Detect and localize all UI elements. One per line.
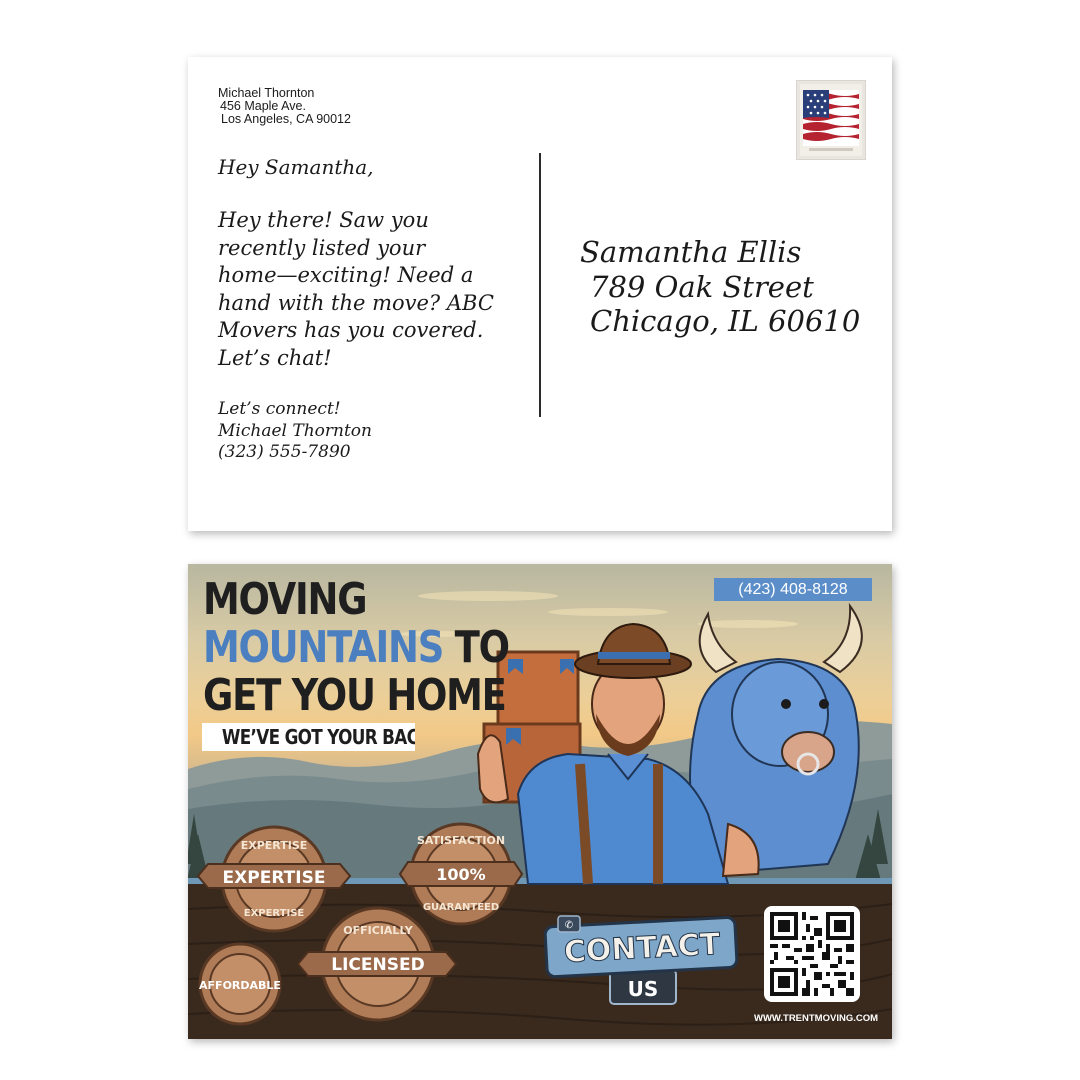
contact-label-us: US [628, 977, 659, 1001]
message-line: Let’s chat! [218, 345, 332, 370]
signature-block: Let’s connect! Michael Thornton (323) 55… [218, 399, 372, 464]
message-line: home—exciting! Need a [218, 263, 474, 287]
message-body: Hey there! Saw you recently listed your … [218, 207, 518, 372]
website-url[interactable]: WWW.TRENTMOVING.COM [754, 1013, 878, 1024]
headline-line-2: MOUNTAINS TO [203, 622, 510, 673]
message-line: hand with the move? ABC [218, 290, 494, 315]
badge-satisfaction-bottom: GUARANTEED [423, 902, 499, 913]
headline: MOVING MOUNTAINS TO GET YOU HOME [203, 574, 510, 721]
return-address: Michael Thornton 456 Maple Ave. Los Ange… [218, 87, 351, 126]
badge-expertise-top: EXPERTISE [241, 839, 308, 852]
phone-icon: ✆ [565, 920, 573, 931]
sender-phone: (323) 555-7890 [218, 442, 351, 462]
postcard-back: Michael Thornton 456 Maple Ave. Los Ange… [188, 57, 892, 531]
headline-line-1: MOVING [203, 574, 368, 625]
badge-expertise-bottom: EXPERTISE [244, 908, 305, 919]
return-city: Los Angeles, CA 90012 [221, 112, 351, 126]
message-line: Movers has you covered. [218, 318, 484, 342]
headline-line-2-rest: TO [443, 622, 510, 673]
divider-line [539, 153, 541, 417]
recipient-name: Samantha Ellis [580, 235, 802, 269]
greeting: Hey Samantha, [218, 155, 374, 179]
postcard-front: EXPERTISE EXPERTISE EXPERTISE SATISFACTI… [188, 564, 892, 1039]
qr-code-icon[interactable] [764, 906, 860, 1002]
badge-satisfaction-top: SATISFACTION [417, 834, 505, 847]
tagline-text: WE’VE GOT YOUR BACK [221, 725, 415, 749]
closing: Let’s connect! [218, 399, 341, 419]
message-line: recently listed your [218, 235, 426, 260]
phone-number-badge[interactable]: (423) 408-8128 [714, 578, 872, 601]
badge-expertise-ribbon: EXPERTISE [223, 868, 326, 888]
message-line: Hey there! Saw you [218, 208, 429, 232]
badge-licensed-ribbon: LICENSED [331, 955, 424, 975]
badge-affordable: AFFORDABLE [199, 979, 281, 992]
badge-satisfaction-center: 100% [436, 865, 485, 884]
recipient-address: Samantha Ellis 789 Oak Street Chicago, I… [580, 235, 860, 339]
tagline: WE’VE GOT YOUR BACK [202, 723, 415, 751]
headline-accent: MOUNTAINS [203, 622, 444, 673]
sender-name: Michael Thornton [218, 420, 372, 441]
recipient-city: Chicago, IL 60610 [590, 304, 861, 338]
contact-us-button[interactable]: ✆ CONTACT US [542, 912, 742, 1008]
headline-line-3: GET YOU HOME [203, 670, 507, 721]
badge-licensed-top: OFFICIALLY [343, 924, 413, 937]
us-flag-stamp-icon [796, 80, 866, 160]
recipient-street: 789 Oak Street [590, 269, 814, 304]
blue-ox-illustration [689, 602, 863, 876]
